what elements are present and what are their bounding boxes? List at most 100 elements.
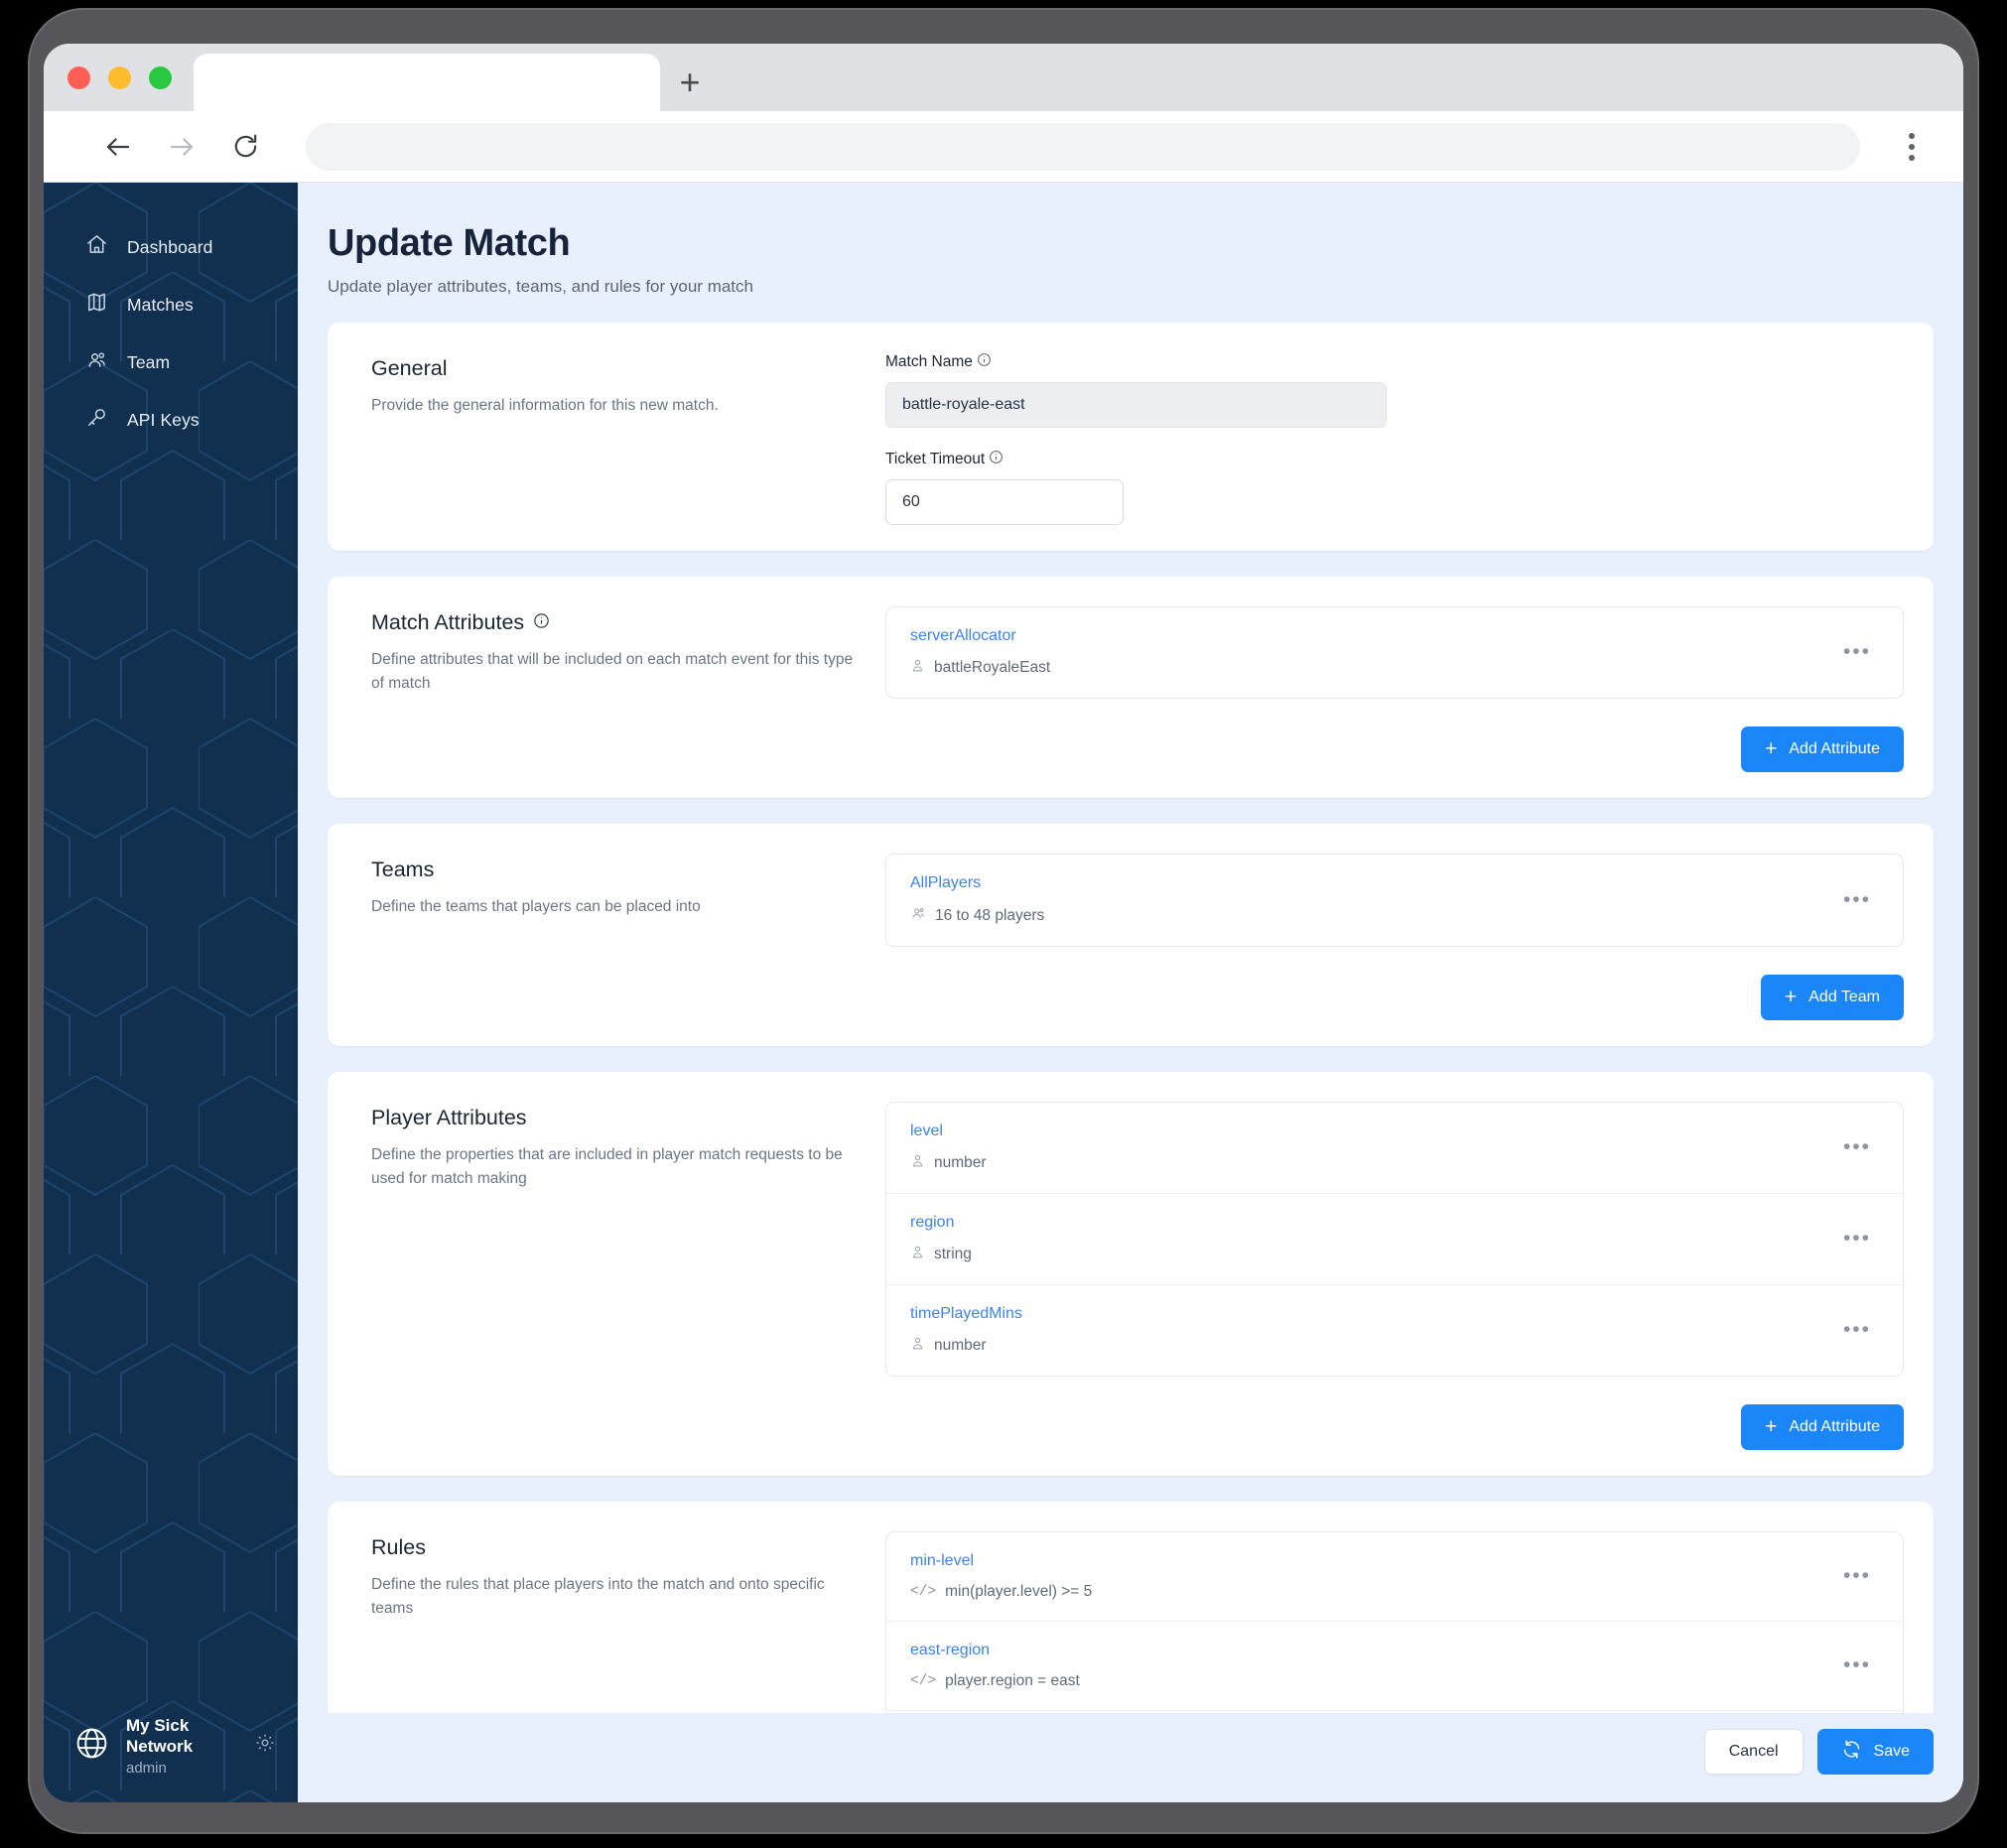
teams-actions: + Add Team <box>885 975 1904 1020</box>
close-window-button[interactable] <box>67 66 90 89</box>
match-attributes-actions: + Add Attribute <box>885 726 1904 772</box>
list-item-meta-text: number <box>934 1337 987 1354</box>
code-icon: </> <box>910 1584 937 1600</box>
info-icon[interactable] <box>533 610 550 635</box>
plus-icon: + <box>1765 736 1778 760</box>
list-item[interactable]: AllPlayers 16 to 48 players ••• <box>886 855 1903 946</box>
add-attribute-button[interactable]: + Add Attribute <box>1741 726 1904 772</box>
list-item[interactable]: level number ••• <box>886 1103 1903 1193</box>
sidebar-item-label: Team <box>127 351 171 372</box>
match-name-input[interactable]: battle-royale-east <box>885 382 1387 428</box>
list-item[interactable]: east-region </> player.region = east ••• <box>886 1621 1903 1710</box>
cancel-button[interactable]: Cancel <box>1703 1729 1804 1775</box>
list-item-name[interactable]: level <box>910 1122 1837 1140</box>
list-item-meta-text: string <box>934 1246 972 1262</box>
card-title: General <box>371 356 448 380</box>
list-item-content: min-level </> min(player.level) >= 5 <box>910 1552 1837 1601</box>
list-item[interactable]: min-level </> min(player.level) >= 5 ••• <box>886 1532 1903 1621</box>
row-menu-icon[interactable]: ••• <box>1837 641 1877 663</box>
list-item[interactable]: region string ••• <box>886 1193 1903 1284</box>
list-item-meta-text: player.region = east <box>945 1672 1080 1689</box>
field-label-text: Ticket Timeout <box>885 451 986 467</box>
gear-icon[interactable] <box>254 1732 276 1759</box>
list-item-content: AllPlayers 16 to 48 players <box>910 874 1837 926</box>
code-icon: </> <box>910 1673 937 1689</box>
add-attribute-button[interactable]: + Add Attribute <box>1741 1404 1904 1450</box>
list-item-name[interactable]: serverAllocator <box>910 627 1837 645</box>
browser-menu-icon[interactable] <box>1890 125 1934 169</box>
card-description: Define the properties that are included … <box>371 1146 843 1188</box>
field-label: Ticket Timeout <box>885 450 1904 469</box>
add-team-button[interactable]: + Add Team <box>1760 975 1904 1020</box>
add-team-label: Add Team <box>1808 989 1880 1005</box>
map-icon <box>85 291 108 319</box>
card-player-attributes: Player Attributes Define the properties … <box>328 1072 1934 1476</box>
list-item-meta: string <box>910 1245 1837 1264</box>
plus-icon: + <box>1784 985 1798 1008</box>
back-icon[interactable] <box>101 130 135 164</box>
device-frame: + Dashboard Matches Team API Keys My Sic… <box>28 8 1979 1834</box>
field-label: Match Name <box>885 352 1904 372</box>
list-item-content: east-region </> player.region = east <box>910 1642 1837 1690</box>
card-teams-header: Teams Define the teams that players can … <box>349 854 885 1020</box>
minimize-window-button[interactable] <box>108 66 131 89</box>
card-title: Player Attributes <box>371 1106 527 1129</box>
list-item-name[interactable]: region <box>910 1214 1837 1232</box>
row-menu-icon[interactable]: ••• <box>1837 1136 1877 1158</box>
browser-toolbar <box>44 111 1963 183</box>
info-icon[interactable] <box>989 450 1004 469</box>
new-tab-button[interactable]: + <box>660 54 720 111</box>
row-menu-icon[interactable]: ••• <box>1837 1565 1877 1587</box>
user-role: admin <box>126 1760 167 1777</box>
sidebar-item-team[interactable]: Team <box>44 339 298 385</box>
card-general: General Provide the general information … <box>328 323 1934 551</box>
row-menu-icon[interactable]: ••• <box>1837 1654 1877 1676</box>
sidebar-item-dashboard[interactable]: Dashboard <box>44 224 298 270</box>
list-item[interactable]: timePlayedMins number ••• <box>886 1284 1903 1376</box>
sidebar-item-label: Dashboard <box>127 236 213 257</box>
row-menu-icon[interactable]: ••• <box>1837 1319 1877 1341</box>
list-item-name[interactable]: timePlayedMins <box>910 1305 1837 1323</box>
card-match-attributes-body: serverAllocator battleRoyaleEast ••• + A… <box>885 606 1904 772</box>
list-item-name[interactable]: east-region <box>910 1642 1837 1659</box>
sidebar-item-label: Matches <box>127 294 194 315</box>
person-icon <box>910 1245 925 1264</box>
page-subtitle: Update player attributes, teams, and rul… <box>328 277 753 296</box>
list-item-meta-text: min(player.level) >= 5 <box>945 1583 1093 1600</box>
ticket-timeout-input[interactable]: 60 <box>885 479 1124 525</box>
player-attributes-list: level number ••• region string ••• timeP… <box>885 1102 1904 1377</box>
sidebar-user-section[interactable]: My Sick Network admin <box>44 1697 298 1803</box>
card-rules-body: min-level </> min(player.level) >= 5 ••• <box>885 1531 1904 1713</box>
address-bar[interactable] <box>306 122 1860 171</box>
maximize-window-button[interactable] <box>149 66 172 89</box>
card-description: Define the rules that place players into… <box>371 1576 825 1618</box>
sync-icon <box>1841 1739 1862 1765</box>
forward-icon[interactable] <box>165 130 199 164</box>
home-icon <box>85 233 108 261</box>
list-item-meta: </> min(player.level) >= 5 <box>910 1583 1837 1601</box>
people-icon <box>85 348 108 376</box>
rules-list: min-level </> min(player.level) >= 5 ••• <box>885 1531 1904 1713</box>
card-match-attributes: Match Attributes Define attributes that … <box>328 577 1934 798</box>
save-button[interactable]: Save <box>1816 1729 1934 1775</box>
field-match-name: Match Name battle-royale-east <box>885 352 1904 428</box>
card-rules-header: Rules Define the rules that place player… <box>349 1531 885 1713</box>
browser-window: + Dashboard Matches Team API Keys My Sic… <box>44 44 1963 1802</box>
row-menu-icon[interactable]: ••• <box>1837 1228 1877 1250</box>
card-description: Define attributes that will be included … <box>371 651 854 693</box>
form-scroll-area[interactable]: General Provide the general information … <box>298 323 1963 1713</box>
sidebar-item-matches[interactable]: Matches <box>44 282 298 328</box>
list-item-content: level number <box>910 1122 1837 1173</box>
main-content: Update Match Update player attributes, t… <box>298 183 1963 1802</box>
info-icon[interactable] <box>977 352 992 372</box>
list-item-meta: number <box>910 1336 1837 1356</box>
card-description: Provide the general information for this… <box>371 397 719 414</box>
card-title: Match Attributes <box>371 610 885 635</box>
list-item-name[interactable]: AllPlayers <box>910 874 1837 892</box>
sidebar-item-api-keys[interactable]: API Keys <box>44 397 298 443</box>
list-item-name[interactable]: min-level <box>910 1552 1837 1570</box>
reload-icon[interactable] <box>228 130 262 164</box>
browser-tab[interactable] <box>194 54 660 111</box>
row-menu-icon[interactable]: ••• <box>1837 889 1877 911</box>
list-item[interactable]: serverAllocator battleRoyaleEast ••• <box>886 607 1903 698</box>
